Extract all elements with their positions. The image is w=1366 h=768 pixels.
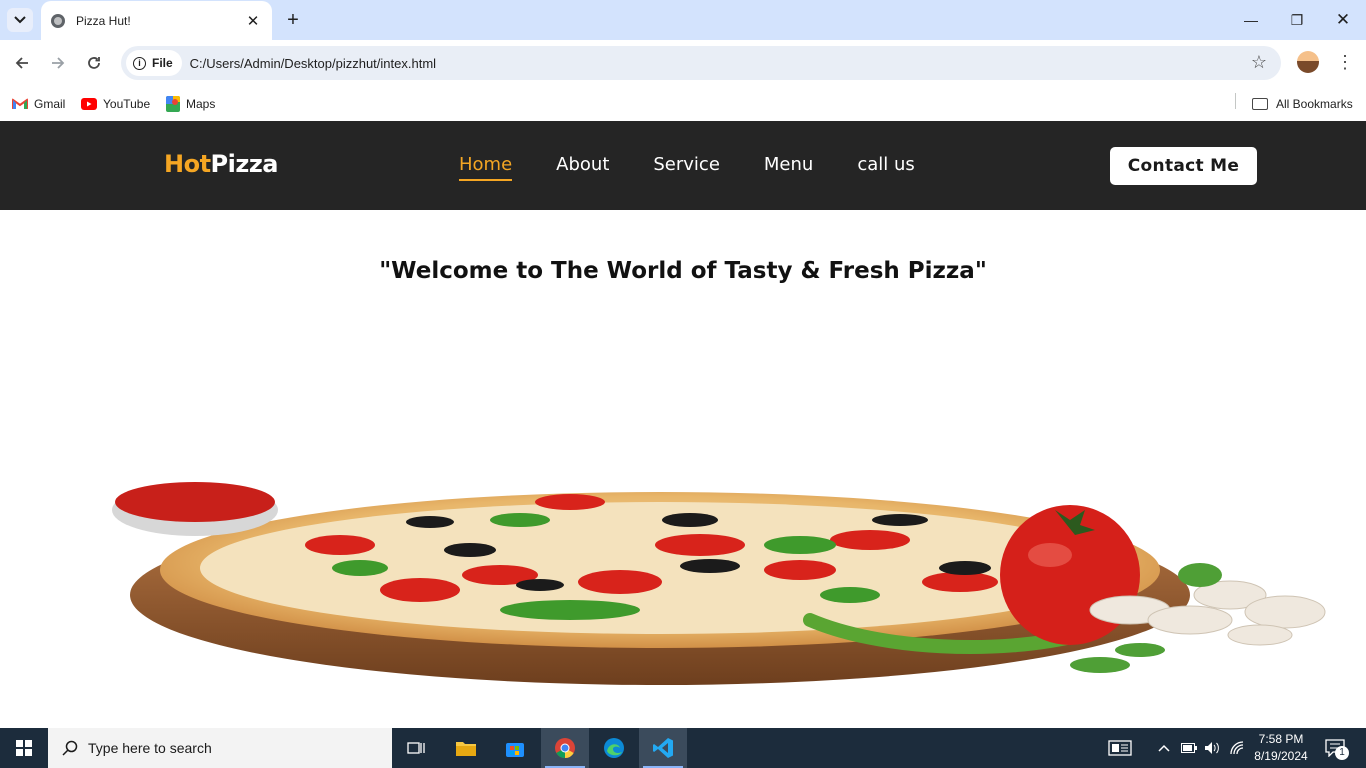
logo-pizza: Pizza xyxy=(210,150,279,178)
browser-menu-icon[interactable]: ⋮ xyxy=(1336,50,1354,74)
bookmark-star-icon[interactable]: ☆ xyxy=(1251,52,1267,73)
bookmark-youtube[interactable]: YouTube xyxy=(81,93,150,115)
url-text[interactable]: C:/Users/Admin/Desktop/pizzhut/intex.htm… xyxy=(190,56,436,71)
bookmark-maps[interactable]: Maps xyxy=(166,93,215,115)
bookmarks-divider xyxy=(1235,93,1236,109)
notification-badge: 1 xyxy=(1335,746,1349,760)
clock-time: 7:58 PM xyxy=(1258,732,1304,746)
site-nav-menu: Home About Service Menu call us xyxy=(459,154,959,181)
edge-button[interactable] xyxy=(590,728,638,768)
site-info-chip[interactable]: i File xyxy=(126,50,182,76)
tab-search-button[interactable] xyxy=(7,8,33,32)
search-icon xyxy=(62,740,78,756)
tab-close-icon[interactable]: ✕ xyxy=(244,12,262,30)
reload-button[interactable] xyxy=(82,51,106,75)
folder-icon xyxy=(456,742,476,756)
system-clock[interactable]: 7:58 PM 8/19/2024 xyxy=(1250,731,1312,765)
bookmark-gmail[interactable]: Gmail xyxy=(12,93,65,115)
hero-title: "Welcome to The World of Tasty & Fresh P… xyxy=(379,258,987,284)
vscode-icon xyxy=(653,738,673,758)
network-icon[interactable] xyxy=(1230,728,1246,768)
reload-icon xyxy=(88,57,100,69)
store-icon xyxy=(506,743,524,757)
file-explorer-button[interactable] xyxy=(442,728,490,768)
chevron-down-icon xyxy=(14,16,26,24)
new-tab-button[interactable]: + xyxy=(282,8,304,32)
site-header: HotPizza Home About Service Menu call us… xyxy=(0,121,1366,210)
nav-menu[interactable]: Menu xyxy=(764,154,813,181)
profile-avatar[interactable] xyxy=(1297,51,1319,73)
minimize-button[interactable]: — xyxy=(1228,0,1274,40)
bookmarks-bar: Gmail YouTube Maps All Bookmarks xyxy=(0,86,1366,121)
notification-center-button[interactable]: 1 xyxy=(1325,728,1349,768)
store-button[interactable] xyxy=(491,728,539,768)
arrow-left-icon xyxy=(15,57,28,69)
bookmark-label: Gmail xyxy=(34,97,66,111)
windows-icon xyxy=(16,740,32,756)
windows-taskbar: Type here to search 7:58 PM 8/19/2024 1 xyxy=(0,728,1366,768)
volume-icon[interactable] xyxy=(1204,728,1220,768)
logo-hot: Hot xyxy=(164,150,211,178)
tab-title: Pizza Hut! xyxy=(76,13,131,28)
forward-button[interactable] xyxy=(46,51,70,75)
info-icon: i xyxy=(133,56,146,70)
vscode-button[interactable] xyxy=(639,728,687,768)
close-window-button[interactable]: ✕ xyxy=(1320,0,1366,40)
all-bookmarks-label: All Bookmarks xyxy=(1276,97,1353,111)
pizza-image xyxy=(112,482,1326,685)
address-bar[interactable]: i File C:/Users/Admin/Desktop/pizzhut/in… xyxy=(121,46,1281,80)
nav-about[interactable]: About xyxy=(556,154,609,181)
contact-me-button[interactable]: Contact Me xyxy=(1110,147,1257,185)
bookmark-label: YouTube xyxy=(103,97,151,111)
start-button[interactable] xyxy=(0,728,48,768)
folder-icon xyxy=(1252,98,1268,110)
site-logo[interactable]: HotPizza xyxy=(164,150,279,178)
gmail-icon xyxy=(12,98,28,109)
browser-tab-strip: Pizza Hut! ✕ + — ❐ ✕ xyxy=(0,0,1366,40)
youtube-icon xyxy=(81,98,97,110)
nav-call-us[interactable]: call us xyxy=(857,154,914,181)
news-icon[interactable] xyxy=(1108,728,1132,768)
search-placeholder: Type here to search xyxy=(88,740,212,756)
chrome-button[interactable] xyxy=(541,728,589,768)
browser-toolbar: i File C:/Users/Admin/Desktop/pizzhut/in… xyxy=(0,40,1366,86)
nav-home[interactable]: Home xyxy=(459,154,513,181)
all-bookmarks-button[interactable]: All Bookmarks xyxy=(1252,93,1353,115)
clock-date: 8/19/2024 xyxy=(1254,749,1308,763)
maps-icon xyxy=(166,96,180,112)
battery-icon[interactable] xyxy=(1181,728,1197,768)
task-view-button[interactable] xyxy=(392,728,440,768)
browser-tab[interactable]: Pizza Hut! ✕ xyxy=(41,1,272,40)
arrow-right-icon xyxy=(52,57,65,69)
restore-button[interactable]: ❐ xyxy=(1274,0,1320,40)
chrome-icon xyxy=(555,738,575,759)
back-button[interactable] xyxy=(10,51,34,75)
globe-icon xyxy=(51,13,65,28)
chevron-up-icon[interactable] xyxy=(1157,728,1171,768)
edge-icon xyxy=(604,738,624,758)
task-view-icon xyxy=(407,742,425,754)
taskbar-search-input[interactable]: Type here to search xyxy=(48,728,392,768)
bookmark-label: Maps xyxy=(186,97,216,111)
nav-service[interactable]: Service xyxy=(653,154,720,181)
chip-label: File xyxy=(152,56,173,70)
